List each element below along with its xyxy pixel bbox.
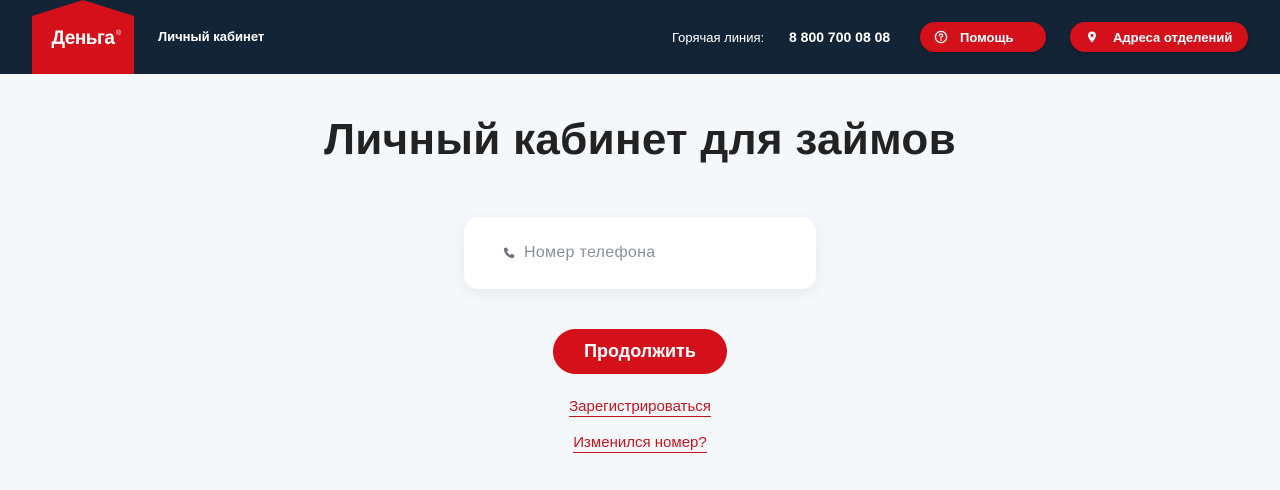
phone-field-container[interactable]: [464, 217, 816, 289]
register-link[interactable]: Зарегистрироваться: [569, 398, 711, 417]
continue-button[interactable]: Продолжить: [553, 329, 727, 374]
personal-cabinet-link[interactable]: Личный кабинет: [158, 29, 264, 44]
header: Деньга ® Личный кабинет Горячая линия: 8…: [0, 0, 1280, 74]
logo[interactable]: Деньга ®: [32, 0, 134, 74]
hotline-number[interactable]: 8 800 700 08 08: [789, 29, 890, 45]
branch-addresses-button[interactable]: Адреса отделений: [1070, 22, 1248, 52]
phone-input[interactable]: [524, 239, 784, 267]
hotline-label: Горячая линия:: [672, 30, 765, 45]
phone-icon: [502, 246, 516, 260]
map-pin-icon: [1085, 30, 1099, 44]
logo-registered-mark: ®: [116, 30, 122, 37]
changed-number-link[interactable]: Изменился номер?: [573, 434, 707, 453]
register-link-row: Зарегистрироваться: [0, 398, 1280, 417]
question-circle-icon: [934, 30, 948, 44]
branch-addresses-label: Адреса отделений: [1113, 29, 1233, 45]
changed-number-link-row: Изменился номер?: [0, 434, 1280, 453]
page-title: Личный кабинет для займов: [324, 115, 956, 164]
help-button-label: Помощь: [960, 29, 1014, 45]
help-button[interactable]: Помощь: [920, 22, 1046, 52]
